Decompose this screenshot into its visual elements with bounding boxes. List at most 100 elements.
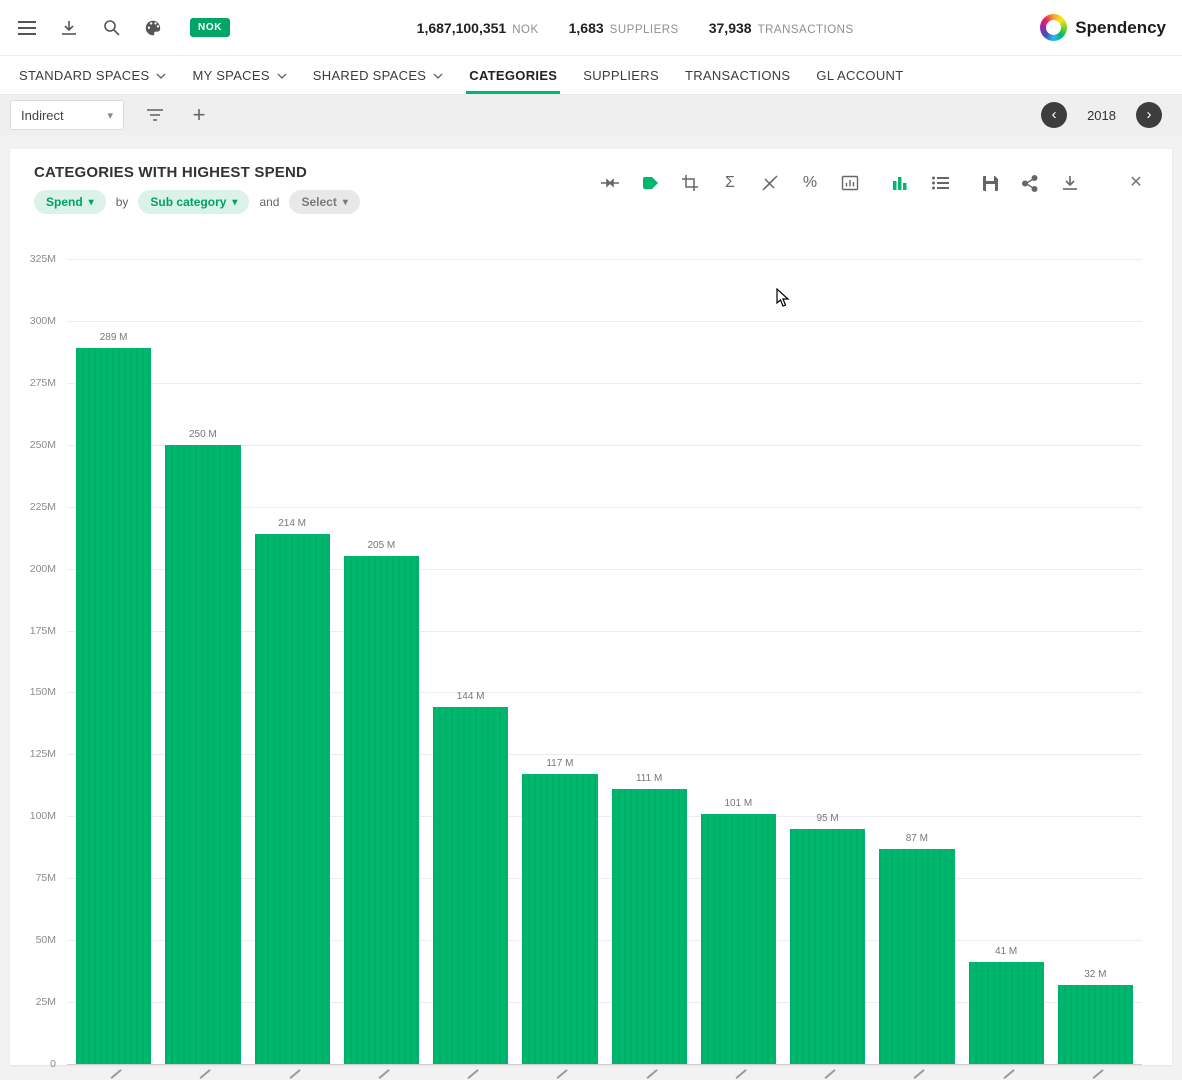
bar-value-label: 41 M xyxy=(959,946,1054,957)
select-pill-label: Select xyxy=(301,195,336,209)
y-tick-label: 150M xyxy=(30,686,56,698)
currency-badge[interactable]: NOK xyxy=(190,18,230,37)
bar-value-label: 205 M xyxy=(334,540,429,551)
bar-value-label: 250 M xyxy=(155,429,250,440)
bar[interactable]: 111 M xyxy=(612,789,687,1064)
bar-value-label: 117 M xyxy=(512,758,607,769)
chevron-down-icon: ▾ xyxy=(232,197,237,208)
x-tick-mark xyxy=(378,1069,389,1079)
chevron-down-icon: ▾ xyxy=(107,109,113,122)
tag-icon[interactable] xyxy=(640,173,660,193)
save-icon[interactable] xyxy=(980,173,1000,193)
bar[interactable]: 250 M xyxy=(165,445,240,1064)
bar-value-label: 87 M xyxy=(869,833,964,844)
total-spend-unit: NOK xyxy=(512,24,538,36)
y-tick-label: 100M xyxy=(30,810,56,822)
y-axis: 325M300M275M250M225M200M175M150M125M100M… xyxy=(10,259,58,1064)
previous-year-button[interactable]: ‹ xyxy=(1041,102,1067,128)
x-tick-mark xyxy=(200,1069,211,1079)
y-tick-label: 200M xyxy=(30,563,56,575)
bar[interactable]: 144 M xyxy=(433,707,508,1064)
bar[interactable]: 205 M xyxy=(344,556,419,1064)
bar-value-label: 111 M xyxy=(602,773,697,784)
chart-box-icon[interactable] xyxy=(840,173,860,193)
next-year-button[interactable]: › xyxy=(1136,102,1162,128)
y-tick-label: 300M xyxy=(30,315,56,327)
nav-categories[interactable]: CATEGORIES xyxy=(456,56,570,94)
bar-chart-view-icon[interactable] xyxy=(890,173,910,193)
secondary-dimension-pill[interactable]: Select ▾ xyxy=(289,190,359,214)
nav-standard-spaces[interactable]: STANDARD SPACES xyxy=(6,56,179,94)
search-icon[interactable] xyxy=(100,17,122,39)
bar[interactable]: 41 M xyxy=(969,962,1044,1064)
spend-summary: 1,687,100,351 NOK 1,683 SUPPLIERS 37,938… xyxy=(417,20,854,36)
suppliers-unit: SUPPLIERS xyxy=(610,24,679,36)
palette-icon[interactable] xyxy=(142,17,164,39)
x-tick-mark xyxy=(111,1069,122,1079)
year-navigation: ‹ 2018 › xyxy=(1041,102,1162,128)
filter-icon[interactable] xyxy=(144,104,166,126)
nav-my-spaces[interactable]: MY SPACES xyxy=(179,56,299,94)
close-icon[interactable]: ✕ xyxy=(1126,173,1146,193)
add-widget-icon[interactable]: + xyxy=(188,104,210,126)
x-marks xyxy=(67,1070,1142,1072)
bar[interactable]: 95 M xyxy=(790,829,865,1064)
top-bar: NOK 1,687,100,351 NOK 1,683 SUPPLIERS 37… xyxy=(0,0,1182,56)
x-tick-mark xyxy=(468,1069,479,1079)
bar-value-label: 144 M xyxy=(423,691,518,702)
nav-label: CATEGORIES xyxy=(469,68,557,83)
percent-icon[interactable]: % xyxy=(800,173,820,193)
share-icon[interactable] xyxy=(1020,173,1040,193)
total-spend-stat: 1,687,100,351 NOK xyxy=(417,20,539,36)
y-tick-label: 75M xyxy=(36,872,56,884)
suppliers-value: 1,683 xyxy=(569,20,604,36)
y-tick-label: 250M xyxy=(30,439,56,451)
x-tick-mark xyxy=(1092,1069,1103,1079)
chevron-down-icon xyxy=(433,71,443,79)
suppliers-stat: 1,683 SUPPLIERS xyxy=(569,20,679,36)
nav-transactions[interactable]: TRANSACTIONS xyxy=(672,56,803,94)
list-view-icon[interactable] xyxy=(930,173,950,193)
merge-arrows-icon[interactable] xyxy=(600,173,620,193)
bar-value-label: 101 M xyxy=(691,798,786,809)
bar-value-label: 95 M xyxy=(780,813,875,824)
nav-gl-account[interactable]: GL ACCOUNT xyxy=(803,56,916,94)
nav-suppliers[interactable]: SUPPLIERS xyxy=(570,56,672,94)
download-icon[interactable] xyxy=(1060,173,1080,193)
sigma-icon[interactable]: Σ xyxy=(720,173,740,193)
bar[interactable]: 32 M xyxy=(1058,985,1133,1064)
bars: 289 M250 M214 M205 M144 M117 M111 M101 M… xyxy=(67,259,1142,1064)
by-label: by xyxy=(116,195,129,209)
dimension-pill-label: Sub category xyxy=(150,195,226,209)
transactions-stat: 37,938 TRANSACTIONS xyxy=(709,20,854,36)
bar[interactable]: 87 M xyxy=(879,849,954,1064)
nav-shared-spaces[interactable]: SHARED SPACES xyxy=(300,56,456,94)
menu-icon[interactable] xyxy=(16,17,38,39)
bar[interactable]: 101 M xyxy=(701,814,776,1064)
bar-value-label: 32 M xyxy=(1048,969,1143,980)
chevron-down-icon xyxy=(156,71,166,79)
crop-icon[interactable] xyxy=(680,173,700,193)
x-tick-mark xyxy=(646,1069,657,1079)
measure-pill[interactable]: Spend ▾ xyxy=(34,190,106,214)
bar[interactable]: 117 M xyxy=(522,774,597,1064)
y-tick-label: 50M xyxy=(36,934,56,946)
x-tick-mark xyxy=(914,1069,925,1079)
brand-name: Spendency xyxy=(1075,18,1166,38)
exclude-icon[interactable] xyxy=(760,173,780,193)
bar-value-label: 214 M xyxy=(245,518,340,529)
nav-label: SUPPLIERS xyxy=(583,68,659,83)
export-download-icon[interactable] xyxy=(58,17,80,39)
chevron-down-icon xyxy=(277,71,287,79)
y-tick-label: 25M xyxy=(36,996,56,1008)
x-tick-mark xyxy=(1003,1069,1014,1079)
bar[interactable]: 289 M xyxy=(76,348,151,1064)
dimension-pill[interactable]: Sub category ▾ xyxy=(138,190,249,214)
bar[interactable]: 214 M xyxy=(255,534,330,1064)
nav-label: STANDARD SPACES xyxy=(19,68,149,83)
scope-dropdown[interactable]: Indirect ▾ xyxy=(10,100,124,130)
nav-label: TRANSACTIONS xyxy=(685,68,790,83)
bar-value-label: 289 M xyxy=(66,332,161,343)
transactions-value: 37,938 xyxy=(709,20,752,36)
total-spend-value: 1,687,100,351 xyxy=(417,20,507,36)
